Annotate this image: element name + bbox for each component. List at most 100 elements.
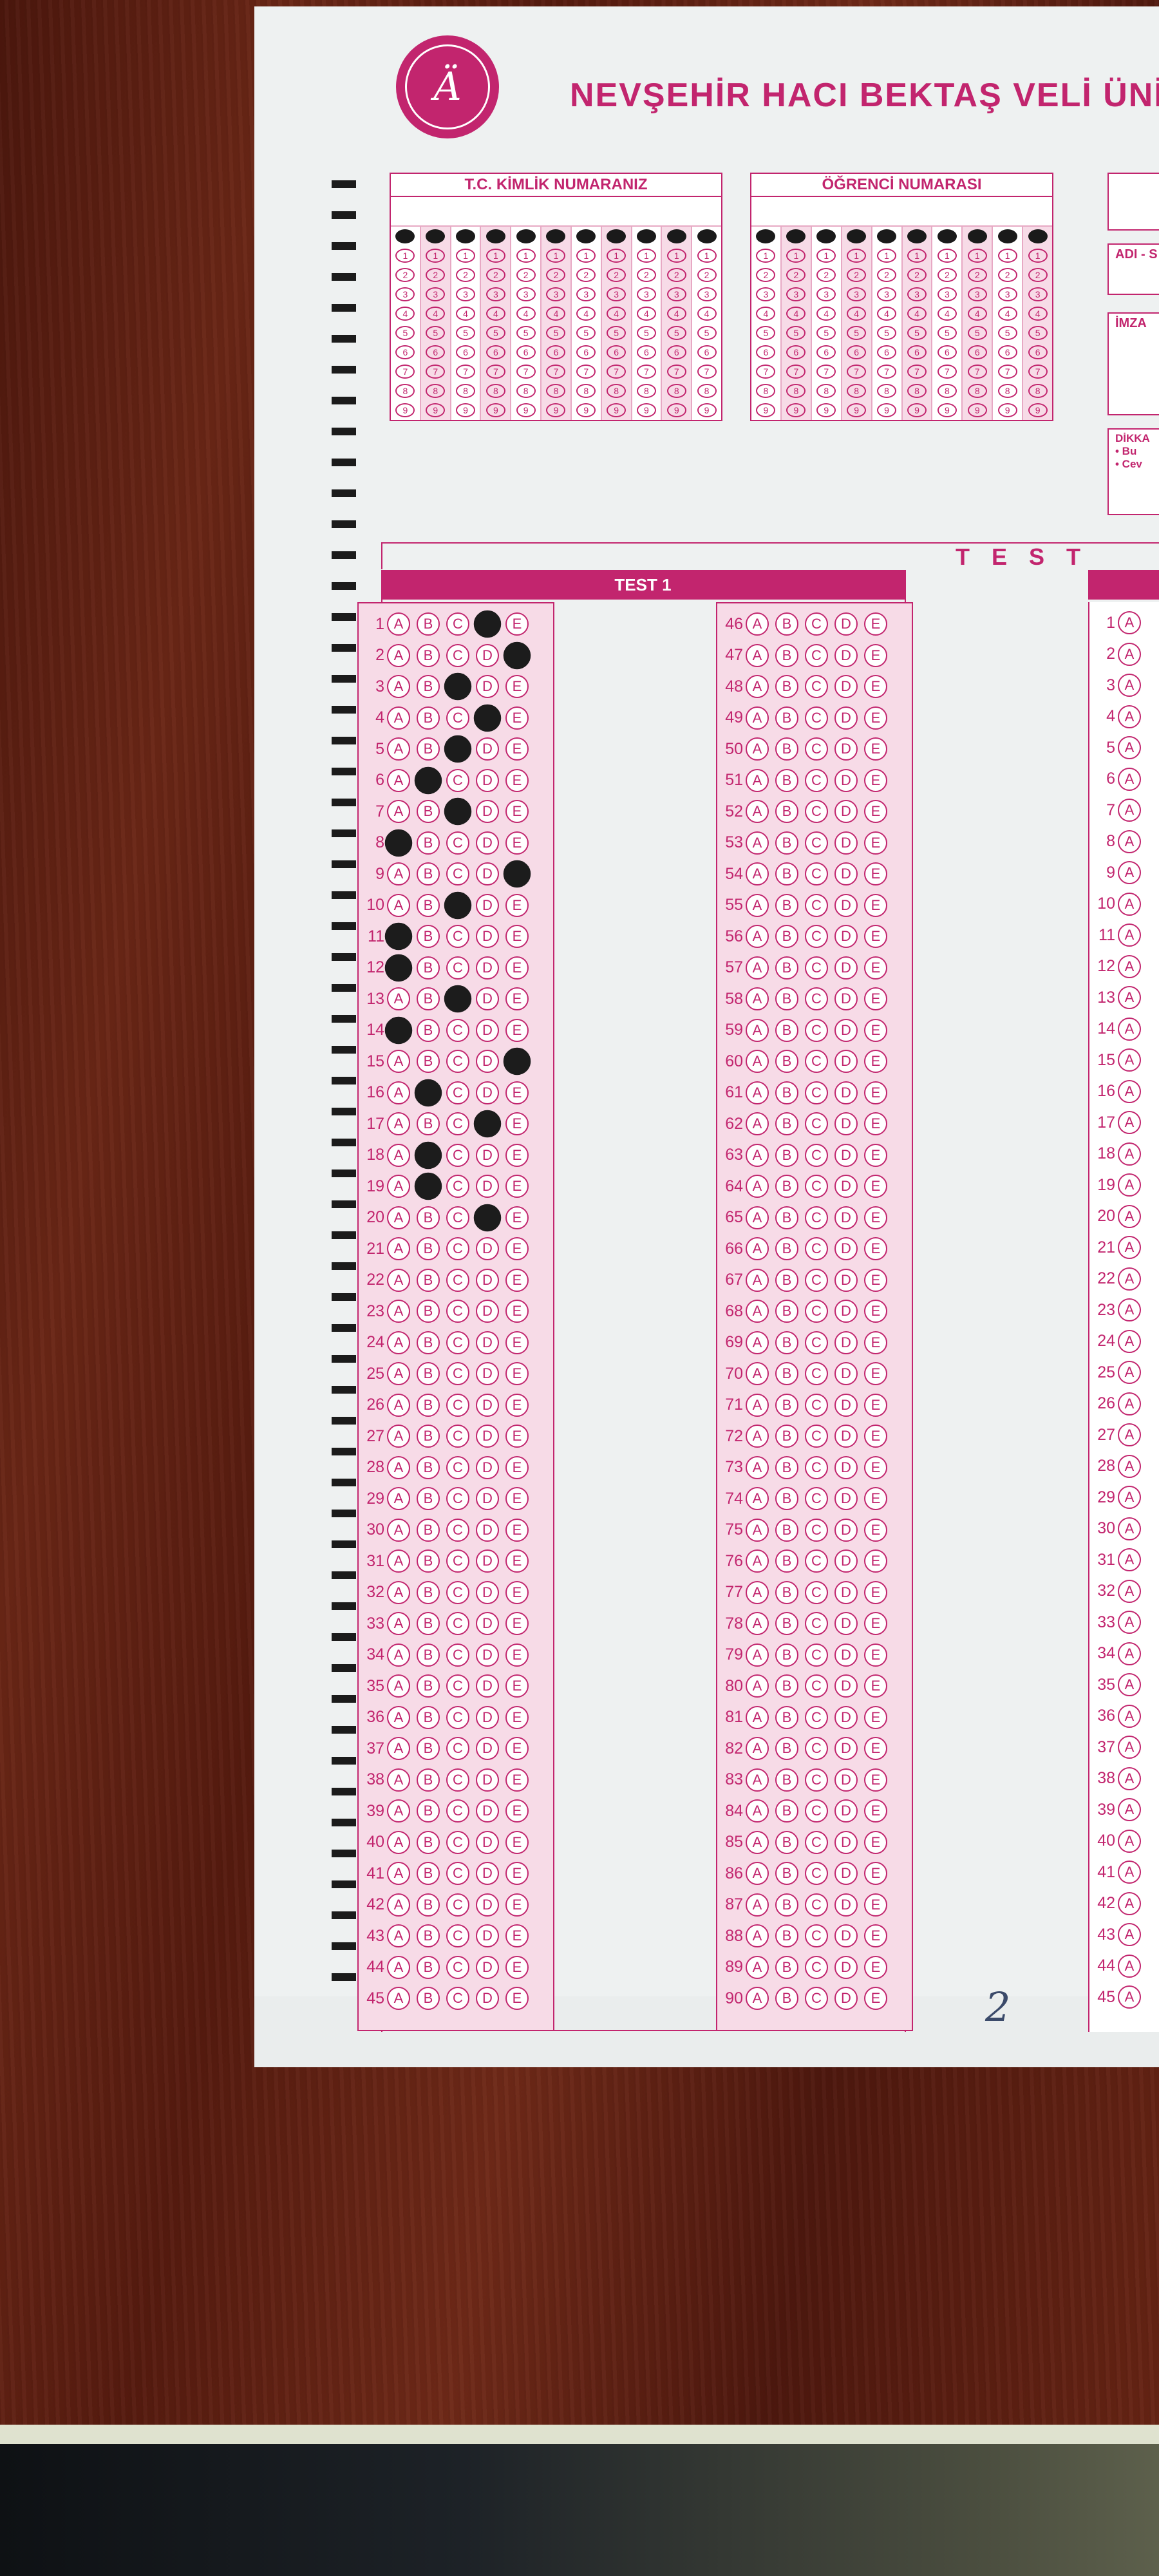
answer-bubble-c[interactable]: C bbox=[444, 891, 472, 919]
answer-bubble-e[interactable]: E bbox=[505, 1862, 529, 1885]
answer-bubble-b[interactable]: B bbox=[775, 1237, 798, 1260]
answer-bubble-e[interactable]: E bbox=[505, 1955, 529, 1979]
digit-bubble-2[interactable]: 2 bbox=[756, 268, 776, 282]
digit-bubble-2[interactable]: 2 bbox=[1028, 268, 1048, 282]
digit-bubble-2[interactable]: 2 bbox=[576, 268, 596, 282]
answer-bubble-a[interactable]: A bbox=[1118, 829, 1141, 853]
answer-bubble-a[interactable]: A bbox=[746, 1893, 769, 1917]
answer-bubble-d[interactable]: D bbox=[476, 675, 499, 698]
answer-bubble-c[interactable]: C bbox=[805, 1206, 828, 1229]
answer-bubble-b[interactable]: B bbox=[417, 1112, 440, 1135]
digit-bubble-9[interactable]: 9 bbox=[485, 403, 505, 417]
digit-bubble-9[interactable]: 9 bbox=[967, 403, 987, 417]
answer-bubble-c[interactable]: C bbox=[446, 1393, 469, 1417]
answer-bubble-a[interactable]: A bbox=[746, 956, 769, 980]
answer-bubble-d[interactable]: D bbox=[476, 1612, 499, 1635]
digit-bubble-9[interactable]: 9 bbox=[607, 403, 627, 417]
answer-bubble-a[interactable]: A bbox=[1118, 1329, 1141, 1353]
answer-bubble-d[interactable]: D bbox=[834, 1175, 858, 1198]
answer-bubble-c[interactable]: C bbox=[446, 1268, 469, 1292]
digit-bubble-5[interactable]: 5 bbox=[395, 326, 415, 340]
answer-bubble-b[interactable]: B bbox=[414, 766, 442, 794]
answer-bubble-e[interactable]: E bbox=[505, 1893, 529, 1917]
digit-bubble-2[interactable]: 2 bbox=[636, 268, 656, 282]
digit-bubble-0[interactable]: 0 bbox=[426, 229, 446, 243]
answer-bubble-d[interactable]: D bbox=[834, 1487, 858, 1510]
digit-bubble-3[interactable]: 3 bbox=[426, 287, 446, 301]
answer-bubble-c[interactable]: C bbox=[805, 1549, 828, 1573]
answer-bubble-c[interactable]: C bbox=[805, 1924, 828, 1947]
answer-bubble-e[interactable]: E bbox=[864, 1924, 887, 1947]
answer-bubble-b[interactable]: B bbox=[775, 612, 798, 636]
digit-bubble-1[interactable]: 1 bbox=[666, 249, 686, 263]
digit-bubble-1[interactable]: 1 bbox=[997, 249, 1017, 263]
answer-bubble-c[interactable]: C bbox=[805, 675, 828, 698]
answer-bubble-a[interactable]: A bbox=[1118, 674, 1141, 697]
digit-bubble-4[interactable]: 4 bbox=[967, 307, 987, 321]
digit-bubble-3[interactable]: 3 bbox=[607, 287, 627, 301]
digit-bubble-9[interactable]: 9 bbox=[426, 403, 446, 417]
digit-bubble-5[interactable]: 5 bbox=[456, 326, 476, 340]
answer-bubble-d[interactable]: D bbox=[834, 1549, 858, 1573]
answer-bubble-a[interactable]: A bbox=[387, 1050, 410, 1073]
answer-bubble-a[interactable]: A bbox=[387, 1549, 410, 1573]
answer-bubble-c[interactable]: C bbox=[805, 1674, 828, 1698]
answer-bubble-b[interactable]: B bbox=[417, 893, 440, 917]
digit-bubble-8[interactable]: 8 bbox=[697, 384, 717, 398]
answer-bubble-d[interactable]: D bbox=[834, 1580, 858, 1604]
answer-bubble-a[interactable]: A bbox=[387, 1955, 410, 1979]
answer-bubble-b[interactable]: B bbox=[417, 1799, 440, 1823]
answer-bubble-a[interactable]: A bbox=[746, 1237, 769, 1260]
answer-bubble-c[interactable]: C bbox=[446, 612, 469, 636]
answer-bubble-a[interactable]: A bbox=[1118, 1766, 1141, 1790]
digit-bubble-7[interactable]: 7 bbox=[937, 365, 957, 379]
answer-bubble-a[interactable]: A bbox=[746, 1830, 769, 1854]
answer-bubble-d[interactable]: D bbox=[834, 1705, 858, 1729]
digit-bubble-7[interactable]: 7 bbox=[485, 365, 505, 379]
answer-bubble-e[interactable]: E bbox=[505, 768, 529, 792]
digit-bubble-4[interactable]: 4 bbox=[395, 307, 415, 321]
answer-bubble-c[interactable]: C bbox=[446, 1455, 469, 1479]
digit-bubble-9[interactable]: 9 bbox=[395, 403, 415, 417]
answer-bubble-d[interactable]: D bbox=[476, 893, 499, 917]
digit-bubble-3[interactable]: 3 bbox=[395, 287, 415, 301]
answer-bubble-a[interactable]: A bbox=[387, 612, 410, 636]
answer-bubble-e[interactable]: E bbox=[864, 1768, 887, 1792]
digit-bubble-2[interactable]: 2 bbox=[907, 268, 927, 282]
answer-bubble-e[interactable]: E bbox=[864, 1206, 887, 1229]
digit-bubble-4[interactable]: 4 bbox=[485, 307, 505, 321]
answer-bubble-c[interactable]: C bbox=[446, 1331, 469, 1354]
digit-bubble-1[interactable]: 1 bbox=[907, 249, 927, 263]
digit-bubble-5[interactable]: 5 bbox=[666, 326, 686, 340]
answer-bubble-d[interactable]: D bbox=[834, 1268, 858, 1292]
answer-bubble-a[interactable]: A bbox=[387, 893, 410, 917]
answer-bubble-a[interactable]: A bbox=[746, 675, 769, 698]
digit-bubble-5[interactable]: 5 bbox=[697, 326, 717, 340]
digit-bubble-4[interactable]: 4 bbox=[456, 307, 476, 321]
answer-bubble-a[interactable]: A bbox=[387, 1455, 410, 1479]
answer-bubble-b[interactable]: B bbox=[414, 1172, 442, 1200]
answer-bubble-e[interactable]: E bbox=[505, 1768, 529, 1792]
digit-bubble-9[interactable]: 9 bbox=[1028, 403, 1048, 417]
digit-bubble-7[interactable]: 7 bbox=[426, 365, 446, 379]
digit-bubble-3[interactable]: 3 bbox=[636, 287, 656, 301]
answer-bubble-d[interactable]: D bbox=[476, 1518, 499, 1542]
digit-bubble-9[interactable]: 9 bbox=[937, 403, 957, 417]
digit-bubble-9[interactable]: 9 bbox=[756, 403, 776, 417]
digit-bubble-5[interactable]: 5 bbox=[937, 326, 957, 340]
digit-bubble-8[interactable]: 8 bbox=[395, 384, 415, 398]
answer-bubble-e[interactable]: E bbox=[505, 1393, 529, 1417]
digit-bubble-1[interactable]: 1 bbox=[426, 249, 446, 263]
digit-bubble-0[interactable]: 0 bbox=[576, 229, 596, 243]
answer-bubble-a[interactable]: A bbox=[746, 1643, 769, 1667]
digit-bubble-6[interactable]: 6 bbox=[395, 345, 415, 359]
answer-bubble-b[interactable]: B bbox=[775, 1455, 798, 1479]
answer-bubble-a[interactable]: A bbox=[746, 737, 769, 761]
answer-bubble-a[interactable]: A bbox=[1118, 1142, 1141, 1166]
answer-bubble-d[interactable]: D bbox=[476, 768, 499, 792]
answer-bubble-e[interactable]: E bbox=[505, 1143, 529, 1167]
digit-bubble-8[interactable]: 8 bbox=[607, 384, 627, 398]
digit-bubble-6[interactable]: 6 bbox=[907, 345, 927, 359]
answer-bubble-b[interactable]: B bbox=[417, 1674, 440, 1698]
answer-bubble-e[interactable]: E bbox=[864, 1425, 887, 1448]
